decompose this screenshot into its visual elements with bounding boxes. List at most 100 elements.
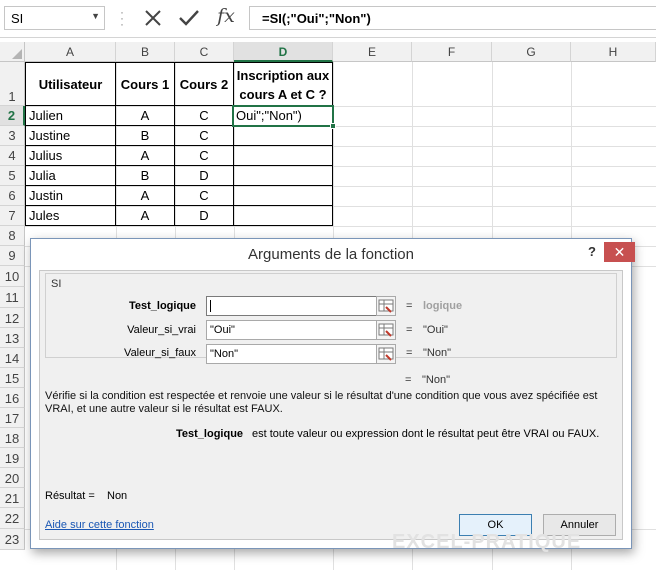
range-select-icon xyxy=(378,347,394,361)
arg-input-valeur-si-faux[interactable]: "Non" xyxy=(206,344,396,364)
header-utilisateur[interactable]: Utilisateur xyxy=(25,62,116,106)
function-arguments-dialog: Arguments de la fonction ? ✕ SI Test_log… xyxy=(30,238,635,549)
arg-label-test-logique: Test_logique xyxy=(128,300,196,312)
fill-handle[interactable] xyxy=(330,123,336,129)
row-header-2[interactable]: 2 xyxy=(0,106,25,126)
row-header-14[interactable]: 14 xyxy=(0,348,25,368)
cell-name[interactable]: Justin xyxy=(25,186,116,206)
arg-value: "Oui" xyxy=(210,324,235,336)
cell-inscription[interactable] xyxy=(234,206,333,226)
help-link[interactable]: Aide sur cette fonction xyxy=(45,519,154,531)
text-cursor xyxy=(210,300,211,312)
cell-cours2[interactable]: C xyxy=(175,146,234,166)
arg-label-valeur-si-vrai: Valeur_si_vrai xyxy=(127,324,196,336)
insert-function-button[interactable]: fx xyxy=(214,5,238,31)
cell-cours1[interactable]: A xyxy=(116,186,175,206)
header-cours2[interactable]: Cours 2 xyxy=(175,62,234,106)
row-header-10[interactable]: 10 xyxy=(0,266,25,287)
row-header-22[interactable]: 22 xyxy=(0,508,25,529)
row-header-3[interactable]: 3 xyxy=(0,126,25,146)
col-header-d[interactable]: D xyxy=(234,42,333,62)
range-select-icon xyxy=(378,299,394,313)
enter-formula-button[interactable] xyxy=(177,5,201,31)
cell-cours2[interactable]: C xyxy=(175,186,234,206)
result-value: Non xyxy=(107,490,128,502)
cell-name[interactable]: Jules xyxy=(25,206,116,226)
col-header-h[interactable]: H xyxy=(571,42,656,62)
close-icon: ✕ xyxy=(613,244,626,260)
cell-cours1[interactable]: B xyxy=(116,166,175,186)
collapse-dialog-button[interactable] xyxy=(376,320,396,340)
chevron-down-icon[interactable]: ▼ xyxy=(91,11,100,21)
row-header-15[interactable]: 15 xyxy=(0,368,25,388)
equals-sign: = xyxy=(406,347,413,359)
cancel-formula-button[interactable] xyxy=(141,5,165,31)
formula-input[interactable]: =SI(;"Oui";"Non") xyxy=(249,6,656,30)
function-group: SI Test_logique = logique Valeur_si_vrai… xyxy=(45,273,617,364)
cell-inscription[interactable] xyxy=(234,186,333,206)
cell-name[interactable]: Julien xyxy=(25,106,116,126)
cell-cours1[interactable]: A xyxy=(116,146,175,166)
select-all-corner[interactable] xyxy=(0,42,25,62)
header-inscription[interactable]: Inscription aux cours A et C ? xyxy=(234,62,333,106)
row-header-13[interactable]: 13 xyxy=(0,328,25,348)
overall-result: "Non" xyxy=(422,374,450,386)
row-header-1[interactable]: 1 xyxy=(0,62,25,106)
cell-name[interactable]: Julius xyxy=(25,146,116,166)
cell-cours1[interactable]: A xyxy=(116,106,175,126)
help-icon[interactable]: ? xyxy=(588,244,596,259)
header-cours1[interactable]: Cours 1 xyxy=(116,62,175,106)
dialog-body: SI Test_logique = logique Valeur_si_vrai… xyxy=(39,270,623,540)
row-header-11[interactable]: 11 xyxy=(0,287,25,308)
cell-inscription[interactable] xyxy=(234,166,333,186)
equals-sign: = xyxy=(406,300,413,312)
row-header-9[interactable]: 9 xyxy=(0,246,25,266)
arg-description-name: Test_logique xyxy=(176,428,244,440)
row-header-23[interactable]: 23 xyxy=(0,529,25,550)
row-header-17[interactable]: 17 xyxy=(0,408,25,428)
cell-inscription[interactable] xyxy=(234,126,333,146)
cell-cours1[interactable]: A xyxy=(116,206,175,226)
row-header-5[interactable]: 5 xyxy=(0,166,25,186)
row-header-8[interactable]: 8 xyxy=(0,226,25,246)
col-header-e[interactable]: E xyxy=(333,42,412,62)
active-cell-text: Oui";"Non") xyxy=(236,108,302,123)
cell-cours2[interactable]: D xyxy=(175,166,234,186)
row-header-21[interactable]: 21 xyxy=(0,488,25,508)
col-header-g[interactable]: G xyxy=(492,42,571,62)
cell-cours2[interactable]: C xyxy=(175,126,234,146)
cell-cours1[interactable]: B xyxy=(116,126,175,146)
active-cell-d2[interactable]: Oui";"Non") xyxy=(232,105,336,129)
row-header-19[interactable]: 19 xyxy=(0,448,25,468)
function-name: SI xyxy=(51,278,62,290)
col-header-f[interactable]: F xyxy=(412,42,492,62)
close-button[interactable]: ✕ xyxy=(604,242,635,262)
arg-label-valeur-si-faux: Valeur_si_faux xyxy=(124,347,196,359)
row-header-7[interactable]: 7 xyxy=(0,206,25,226)
col-header-c[interactable]: C xyxy=(175,42,234,62)
cell-cours2[interactable]: D xyxy=(175,206,234,226)
arg-result: "Non" xyxy=(423,347,451,359)
row-header-18[interactable]: 18 xyxy=(0,428,25,448)
arg-input-test-logique[interactable] xyxy=(206,296,396,316)
collapse-dialog-button[interactable] xyxy=(376,344,396,364)
function-description: Vérifie si la condition est respectée et… xyxy=(45,390,598,415)
arg-input-valeur-si-vrai[interactable]: "Oui" xyxy=(206,320,396,340)
col-header-b[interactable]: B xyxy=(116,42,175,62)
row-header-16[interactable]: 16 xyxy=(0,388,25,408)
row-header-6[interactable]: 6 xyxy=(0,186,25,206)
grip-icon: · · · xyxy=(120,5,124,31)
cell-name[interactable]: Justine xyxy=(25,126,116,146)
row-header-4[interactable]: 4 xyxy=(0,146,25,166)
dialog-title: Arguments de la fonction xyxy=(248,246,414,263)
cell-cours2[interactable]: C xyxy=(175,106,234,126)
name-box[interactable]: SI ▼ xyxy=(4,6,105,30)
cell-inscription[interactable] xyxy=(234,146,333,166)
row-header-20[interactable]: 20 xyxy=(0,468,25,488)
result-label: Résultat = xyxy=(45,490,95,502)
col-header-a[interactable]: A xyxy=(25,42,116,62)
row-header-12[interactable]: 12 xyxy=(0,308,25,328)
name-box-value: SI xyxy=(11,11,24,26)
collapse-dialog-button[interactable] xyxy=(376,296,396,316)
cell-name[interactable]: Julia xyxy=(25,166,116,186)
